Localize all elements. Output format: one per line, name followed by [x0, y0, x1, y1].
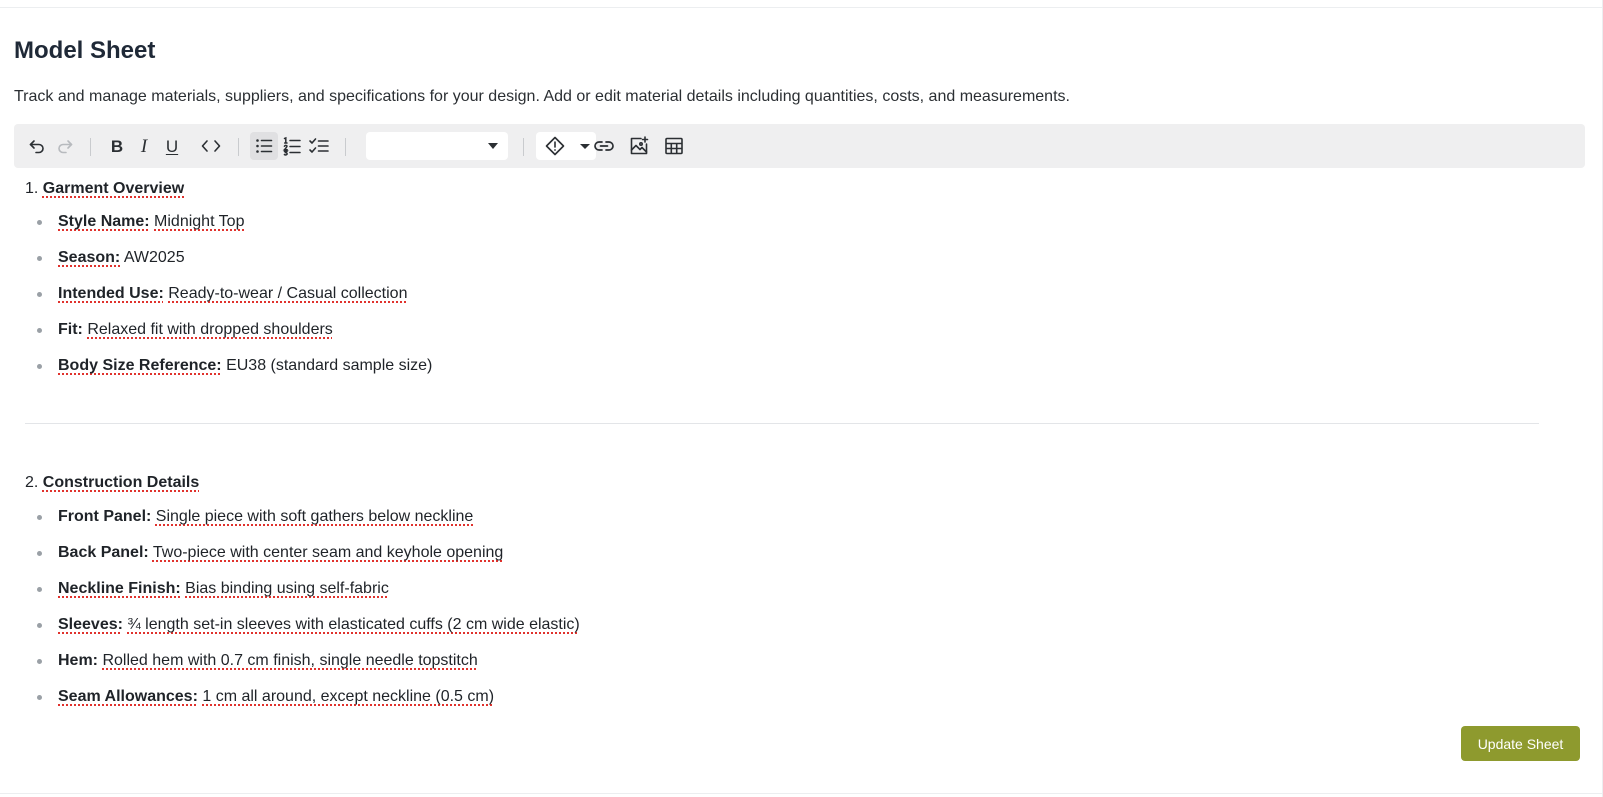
bullet-icon [37, 623, 42, 628]
list-item: Season: AW2025 [25, 248, 432, 284]
redo-icon[interactable] [51, 132, 79, 160]
bullet-list-icon[interactable] [250, 132, 278, 160]
bullet-icon [37, 659, 42, 664]
list-item: Hem: Rolled hem with 0.7 cm finish, sing… [25, 651, 580, 687]
bold-icon[interactable]: B [103, 132, 131, 160]
section-number: 1. [25, 180, 39, 197]
toolbar-divider [523, 138, 524, 156]
section-heading: 2. Construction Details [25, 473, 199, 493]
bottom-divider [0, 793, 1603, 794]
item-label: Fit: [58, 321, 83, 338]
item-label: Intended Use: [58, 285, 164, 302]
item-label: Neckline Finish: [58, 580, 181, 597]
item-label: Front Panel: [58, 508, 152, 525]
item-label: Sleeves: [58, 616, 123, 633]
toolbar-divider [238, 138, 239, 156]
bullet-icon [37, 515, 42, 520]
bullet-icon [37, 587, 42, 592]
item-label: Style Name: [58, 213, 150, 230]
image-icon[interactable] [625, 132, 653, 160]
item-label: Hem: [58, 652, 99, 669]
item-value: Ready-to-wear / Casual collection [168, 285, 408, 302]
list-item: Neckline Finish: Bias binding using self… [25, 579, 580, 615]
bullet-icon [37, 328, 42, 333]
section-heading: 1. Garment Overview [25, 179, 184, 199]
item-label: Back Panel: [58, 544, 149, 561]
item-value: Relaxed fit with dropped shoulders [87, 321, 333, 338]
bullet-icon [37, 695, 42, 700]
item-value: AW2025 [123, 249, 185, 266]
checklist-icon[interactable] [305, 132, 333, 160]
italic-label: I [140, 135, 148, 157]
underline-label: U [165, 136, 179, 156]
code-icon[interactable] [197, 132, 225, 160]
undo-icon[interactable] [23, 132, 51, 160]
bullet-icon [37, 364, 42, 369]
top-divider [0, 7, 1603, 8]
chevron-down-icon [488, 143, 498, 149]
bullet-icon [37, 256, 42, 261]
section-title: Construction Details [42, 474, 200, 491]
item-value: ¾ length set-in sleeves with elasticated… [127, 616, 580, 633]
block-format-select[interactable] [366, 132, 508, 160]
list-item: Body Size Reference: EU38 (standard samp… [25, 356, 432, 392]
toolbar-divider [90, 138, 91, 156]
item-label: Season: [58, 249, 121, 266]
item-value: Single piece with soft gathers below nec… [155, 508, 474, 525]
list-item: Seam Allowances: 1 cm all around, except… [25, 687, 580, 723]
bold-label: B [110, 136, 124, 156]
list-item: Back Panel: Two-piece with center seam a… [25, 543, 580, 579]
bullet-icon [37, 551, 42, 556]
item-value: Rolled hem with 0.7 cm finish, single ne… [102, 652, 478, 669]
bullet-list: Style Name: Midnight Top Season: AW2025 … [25, 212, 432, 392]
section-number: 2. [25, 474, 39, 491]
bullet-list: Front Panel: Single piece with soft gath… [25, 507, 580, 723]
item-value: Bias binding using self-fabric [185, 580, 389, 597]
bullet-icon [37, 220, 42, 225]
horizontal-rule [25, 423, 1539, 424]
editor-toolbar: B I U [14, 124, 1585, 168]
bullet-icon [37, 292, 42, 297]
section-title: Garment Overview [42, 180, 185, 197]
update-sheet-button[interactable]: Update Sheet [1461, 726, 1580, 761]
list-item: Front Panel: Single piece with soft gath… [25, 507, 580, 543]
page-description: Track and manage materials, suppliers, a… [14, 88, 1070, 105]
underline-icon[interactable]: U [158, 132, 186, 160]
item-value: Midnight Top [154, 213, 245, 230]
item-label: Seam Allowances: [58, 688, 198, 705]
numbered-list-icon[interactable] [278, 132, 306, 160]
item-label: Body Size Reference: [58, 357, 222, 374]
link-icon[interactable] [590, 132, 618, 160]
highlight-icon [545, 136, 565, 161]
item-value: EU38 (standard sample size) [226, 357, 433, 374]
item-value: Two-piece with center seam and keyhole o… [152, 544, 504, 561]
page-title: Model Sheet [14, 37, 156, 64]
highlight-button[interactable] [536, 132, 596, 160]
table-icon[interactable] [660, 132, 688, 160]
list-item: Fit: Relaxed fit with dropped shoulders [25, 320, 432, 356]
italic-icon[interactable]: I [130, 132, 158, 160]
chevron-down-icon [580, 144, 590, 149]
list-item: Intended Use: Ready-to-wear / Casual col… [25, 284, 432, 320]
toolbar-divider [345, 138, 346, 156]
item-value: 1 cm all around, except neckline (0.5 cm… [202, 688, 495, 705]
list-item: Style Name: Midnight Top [25, 212, 432, 248]
list-item: Sleeves: ¾ length set-in sleeves with el… [25, 615, 580, 651]
